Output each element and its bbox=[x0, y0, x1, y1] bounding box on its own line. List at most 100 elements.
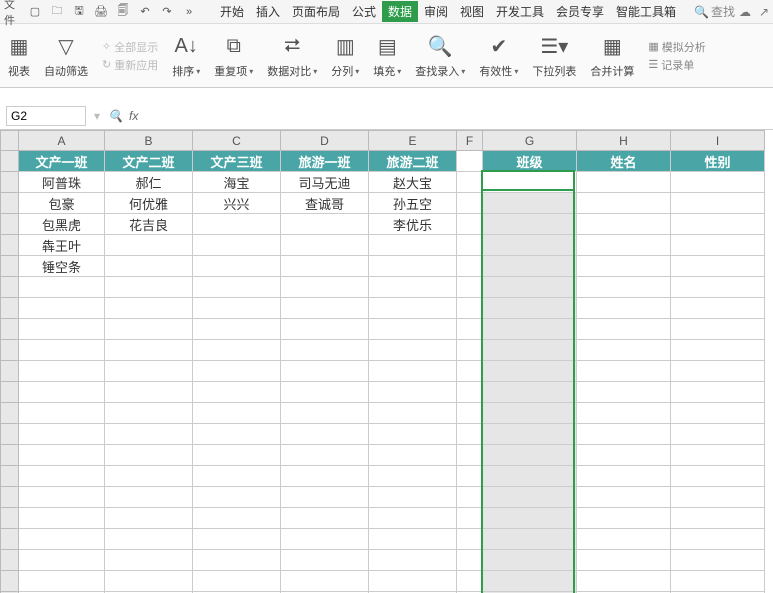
cell-A7[interactable] bbox=[19, 277, 105, 298]
cell-E2[interactable]: 赵大宝 bbox=[369, 172, 457, 193]
ribbon-filter[interactable]: ▽ 自动筛选 bbox=[44, 32, 88, 79]
tab-formula[interactable]: 公式 bbox=[346, 1, 382, 22]
reapply[interactable]: ↻重新应用 bbox=[102, 57, 158, 73]
cell-E18[interactable] bbox=[369, 508, 457, 529]
cell-A5[interactable]: 犇王叶 bbox=[19, 235, 105, 256]
tab-start[interactable]: 开始 bbox=[214, 1, 250, 22]
cell-I6[interactable] bbox=[671, 256, 765, 277]
cell-G2[interactable] bbox=[483, 172, 577, 193]
cell-H20[interactable] bbox=[577, 550, 671, 571]
cell-G15[interactable] bbox=[483, 445, 577, 466]
cell-G13[interactable] bbox=[483, 403, 577, 424]
cell-E14[interactable] bbox=[369, 424, 457, 445]
cell-I21[interactable] bbox=[671, 571, 765, 592]
cell-F14[interactable] bbox=[457, 424, 483, 445]
cell-I7[interactable] bbox=[671, 277, 765, 298]
cell-E17[interactable] bbox=[369, 487, 457, 508]
save-icon[interactable]: 🖫 bbox=[70, 3, 88, 21]
cell-B5[interactable] bbox=[105, 235, 193, 256]
show-all[interactable]: ✧全部显示 bbox=[102, 39, 158, 55]
cell-F12[interactable] bbox=[457, 382, 483, 403]
cell-G19[interactable] bbox=[483, 529, 577, 550]
cell-B12[interactable] bbox=[105, 382, 193, 403]
cell-E16[interactable] bbox=[369, 466, 457, 487]
cell-F11[interactable] bbox=[457, 361, 483, 382]
tab-view[interactable]: 视图 bbox=[454, 1, 490, 22]
cell-A8[interactable] bbox=[19, 298, 105, 319]
cell-G20[interactable] bbox=[483, 550, 577, 571]
cell-A13[interactable] bbox=[19, 403, 105, 424]
cell-H8[interactable] bbox=[577, 298, 671, 319]
cell-C1[interactable]: 文产三班 bbox=[193, 151, 281, 172]
ribbon-pivot[interactable]: ▦ 视表 bbox=[8, 32, 30, 79]
cell-E5[interactable] bbox=[369, 235, 457, 256]
cell-F8[interactable] bbox=[457, 298, 483, 319]
ribbon-analysis[interactable]: ▦模拟分析 bbox=[648, 39, 705, 55]
cell-G6[interactable] bbox=[483, 256, 577, 277]
share-icon[interactable]: ↗ bbox=[759, 5, 769, 19]
cell-B18[interactable] bbox=[105, 508, 193, 529]
cell-I20[interactable] bbox=[671, 550, 765, 571]
cell-F4[interactable] bbox=[457, 214, 483, 235]
cell-I4[interactable] bbox=[671, 214, 765, 235]
col-head-E[interactable]: E bbox=[369, 131, 457, 151]
cell-F5[interactable] bbox=[457, 235, 483, 256]
cell-H5[interactable] bbox=[577, 235, 671, 256]
cell-H16[interactable] bbox=[577, 466, 671, 487]
cell-H19[interactable] bbox=[577, 529, 671, 550]
cell-G8[interactable] bbox=[483, 298, 577, 319]
cell-G12[interactable] bbox=[483, 382, 577, 403]
cell-E1[interactable]: 旅游二班 bbox=[369, 151, 457, 172]
cell-C14[interactable] bbox=[193, 424, 281, 445]
cell-A15[interactable] bbox=[19, 445, 105, 466]
cell-F2[interactable] bbox=[457, 172, 483, 193]
cell-A11[interactable] bbox=[19, 361, 105, 382]
cell-B6[interactable] bbox=[105, 256, 193, 277]
cell-G21[interactable] bbox=[483, 571, 577, 592]
name-box[interactable] bbox=[6, 106, 86, 126]
cell-G10[interactable] bbox=[483, 340, 577, 361]
cell-F20[interactable] bbox=[457, 550, 483, 571]
cell-D16[interactable] bbox=[281, 466, 369, 487]
ribbon-record[interactable]: ☰记录单 bbox=[648, 57, 705, 73]
cell-A17[interactable] bbox=[19, 487, 105, 508]
ribbon-findrec[interactable]: 🔍 查找录入▾ bbox=[415, 32, 465, 79]
cell-F10[interactable] bbox=[457, 340, 483, 361]
col-head-D[interactable]: D bbox=[281, 131, 369, 151]
cell-H7[interactable] bbox=[577, 277, 671, 298]
cell-A2[interactable]: 阿普珠 bbox=[19, 172, 105, 193]
ribbon-compare[interactable]: ⮂ 数据对比▾ bbox=[267, 32, 317, 79]
cell-I2[interactable] bbox=[671, 172, 765, 193]
fx-label[interactable]: fx bbox=[129, 109, 138, 123]
cell-I14[interactable] bbox=[671, 424, 765, 445]
ribbon-split[interactable]: ▥ 分列▾ bbox=[331, 32, 359, 79]
cell-E3[interactable]: 孙五空 bbox=[369, 193, 457, 214]
cell-B9[interactable] bbox=[105, 319, 193, 340]
cell-G5[interactable] bbox=[483, 235, 577, 256]
cell-I12[interactable] bbox=[671, 382, 765, 403]
cell-B3[interactable]: 何优雅 bbox=[105, 193, 193, 214]
cell-C17[interactable] bbox=[193, 487, 281, 508]
ribbon-sort[interactable]: A↓ 排序▾ bbox=[172, 32, 200, 79]
col-head-I[interactable]: I bbox=[671, 131, 765, 151]
cell-B1[interactable]: 文产二班 bbox=[105, 151, 193, 172]
tab-layout[interactable]: 页面布局 bbox=[286, 1, 346, 22]
cell-A20[interactable] bbox=[19, 550, 105, 571]
cell-G3[interactable] bbox=[483, 193, 577, 214]
cell-F16[interactable] bbox=[457, 466, 483, 487]
cell-C18[interactable] bbox=[193, 508, 281, 529]
cell-E12[interactable] bbox=[369, 382, 457, 403]
cell-D20[interactable] bbox=[281, 550, 369, 571]
col-head-C[interactable]: C bbox=[193, 131, 281, 151]
cell-B2[interactable]: 郝仁 bbox=[105, 172, 193, 193]
cell-D8[interactable] bbox=[281, 298, 369, 319]
cell-B16[interactable] bbox=[105, 466, 193, 487]
cell-E19[interactable] bbox=[369, 529, 457, 550]
cell-H9[interactable] bbox=[577, 319, 671, 340]
cell-E7[interactable] bbox=[369, 277, 457, 298]
cell-E21[interactable] bbox=[369, 571, 457, 592]
cell-D6[interactable] bbox=[281, 256, 369, 277]
tab-review[interactable]: 审阅 bbox=[418, 1, 454, 22]
cell-I19[interactable] bbox=[671, 529, 765, 550]
zoom-icon[interactable]: 🔍 bbox=[108, 109, 123, 123]
